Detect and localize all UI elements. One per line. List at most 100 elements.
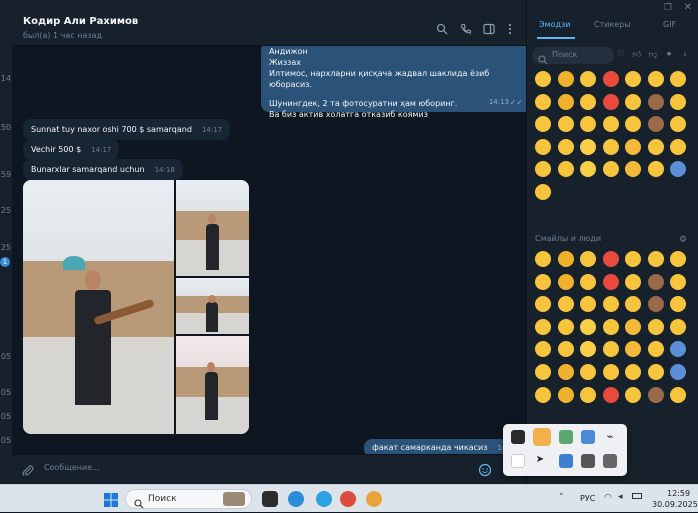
google-drive-icon[interactable] bbox=[581, 430, 595, 444]
yandex-icon[interactable] bbox=[511, 454, 525, 468]
emoji-item[interactable] bbox=[580, 138, 596, 155]
chrome-icon[interactable] bbox=[340, 491, 356, 507]
photo-album[interactable] bbox=[23, 180, 249, 434]
battery-icon[interactable] bbox=[632, 493, 642, 499]
photo-musician[interactable] bbox=[176, 180, 249, 276]
emoji-item[interactable] bbox=[625, 341, 641, 358]
outgoing-message[interactable]: факат самарканда чикасиз14:20 bbox=[364, 439, 526, 454]
app-tray-icon[interactable] bbox=[603, 454, 617, 468]
volume-icon[interactable]: ◂ bbox=[618, 492, 623, 502]
thumbs-down-icon[interactable]: 👎︎ bbox=[647, 49, 659, 61]
usb-icon[interactable]: ⌁ bbox=[603, 430, 617, 444]
nvidia-icon[interactable] bbox=[511, 430, 525, 444]
emoji-item[interactable] bbox=[557, 386, 574, 403]
heart-icon[interactable]: ♡ bbox=[615, 49, 627, 61]
message-input[interactable]: Сообщение... bbox=[44, 463, 100, 472]
emoji-item[interactable] bbox=[557, 273, 574, 290]
edge-icon[interactable] bbox=[288, 491, 304, 507]
emoji-item[interactable] bbox=[535, 138, 551, 155]
emoji-item[interactable] bbox=[670, 71, 686, 87]
emoji-item[interactable] bbox=[557, 251, 574, 267]
emoji-item[interactable] bbox=[602, 161, 619, 178]
emoji-item[interactable] bbox=[580, 116, 596, 133]
emoji-item[interactable] bbox=[535, 71, 551, 87]
emoji-item[interactable] bbox=[580, 273, 596, 290]
app-tray-icon[interactable] bbox=[559, 430, 573, 444]
emoji-item[interactable] bbox=[625, 71, 641, 87]
emoji-item[interactable] bbox=[647, 341, 664, 358]
emoji-item[interactable] bbox=[602, 386, 619, 403]
app-tray-icon[interactable] bbox=[533, 428, 551, 446]
emoji-item[interactable] bbox=[557, 318, 574, 335]
emoji-item[interactable] bbox=[580, 251, 596, 267]
attach-icon[interactable] bbox=[21, 463, 35, 477]
phone-icon[interactable] bbox=[459, 22, 473, 36]
emoji-item[interactable] bbox=[602, 116, 619, 133]
emoji-item[interactable] bbox=[670, 138, 686, 155]
photo-musician[interactable] bbox=[176, 336, 249, 434]
emoji-item[interactable] bbox=[557, 71, 574, 87]
emoji-item[interactable] bbox=[557, 341, 574, 358]
emoji-item[interactable] bbox=[670, 341, 686, 358]
emoji-item[interactable] bbox=[557, 296, 574, 313]
emoji-item[interactable] bbox=[625, 93, 641, 110]
message-list[interactable]: Андижон Жиззах Илтимос, нархларни қисқач… bbox=[12, 46, 526, 454]
emoji-item[interactable] bbox=[535, 273, 551, 290]
emoji-item[interactable] bbox=[625, 138, 641, 155]
incoming-message[interactable]: Bunarxlar samarqand uchun 14:18 bbox=[23, 159, 183, 180]
search-icon[interactable] bbox=[435, 22, 449, 36]
emoji-item[interactable] bbox=[557, 116, 574, 133]
emoji-item[interactable] bbox=[670, 363, 686, 380]
emoji-item[interactable] bbox=[557, 138, 574, 155]
emoji-item[interactable] bbox=[670, 93, 686, 110]
emoji-button-icon[interactable] bbox=[478, 462, 492, 477]
emoji-item[interactable] bbox=[625, 296, 641, 313]
emoji-item[interactable] bbox=[602, 296, 619, 313]
chrome-profile-icon[interactable] bbox=[366, 491, 382, 507]
emoji-item[interactable] bbox=[625, 386, 641, 403]
emoji-item[interactable] bbox=[647, 273, 664, 290]
emoji-item[interactable] bbox=[625, 116, 641, 133]
outgoing-message[interactable]: Андижон Жиззах Илтимос, нархларни қисқач… bbox=[261, 46, 526, 119]
more-menu-icon[interactable] bbox=[503, 22, 517, 36]
more-categories-icon[interactable]: › bbox=[679, 49, 691, 61]
emoji-item[interactable] bbox=[602, 251, 619, 267]
app-tray-icon[interactable] bbox=[559, 454, 573, 468]
emoji-item[interactable] bbox=[602, 71, 619, 87]
tab-emoji[interactable]: Эмодзи bbox=[539, 20, 571, 29]
emoji-item[interactable] bbox=[670, 318, 686, 335]
emoji-item[interactable] bbox=[580, 161, 596, 178]
emoji-item[interactable] bbox=[580, 318, 596, 335]
emoji-item[interactable] bbox=[535, 318, 551, 335]
emoji-item[interactable] bbox=[647, 251, 664, 267]
restore-window-icon[interactable]: ❐ bbox=[664, 3, 672, 13]
emoji-item[interactable] bbox=[602, 341, 619, 358]
clock-time[interactable]: 12:59 bbox=[667, 489, 690, 498]
emoji-item[interactable] bbox=[535, 386, 551, 403]
emoji-item[interactable] bbox=[557, 93, 574, 110]
language-indicator[interactable]: РУС bbox=[580, 494, 595, 503]
thumbs-up-icon[interactable]: 👍︎ bbox=[631, 49, 643, 61]
emoji-item[interactable] bbox=[535, 161, 551, 178]
emoji-item[interactable] bbox=[670, 251, 686, 267]
emoji-item[interactable] bbox=[647, 296, 664, 313]
emoji-item[interactable] bbox=[670, 296, 686, 313]
emoji-item[interactable] bbox=[625, 363, 641, 380]
emoji-item[interactable] bbox=[535, 93, 551, 110]
telegram-icon[interactable] bbox=[316, 491, 332, 507]
chat-header[interactable]: Кодир Али Рахимов был(а) 1 час назад bbox=[12, 0, 526, 46]
emoji-item[interactable] bbox=[580, 71, 596, 87]
incoming-message[interactable]: Sunnat tuy naxor oshi 700 $ samarqand 14:… bbox=[23, 119, 231, 140]
emoji-item[interactable] bbox=[580, 386, 596, 403]
emoji-item[interactable] bbox=[557, 363, 574, 380]
emoji-item[interactable] bbox=[647, 161, 664, 178]
emoji-item[interactable] bbox=[670, 273, 686, 290]
emoji-item[interactable] bbox=[625, 161, 641, 178]
emoji-item[interactable] bbox=[602, 138, 619, 155]
emoji-item[interactable] bbox=[647, 71, 664, 87]
emoji-item[interactable] bbox=[580, 363, 596, 380]
emoji-item[interactable] bbox=[535, 296, 551, 313]
emoji-item[interactable] bbox=[625, 318, 641, 335]
emoji-item[interactable] bbox=[670, 161, 686, 178]
emoji-item[interactable] bbox=[647, 386, 664, 403]
